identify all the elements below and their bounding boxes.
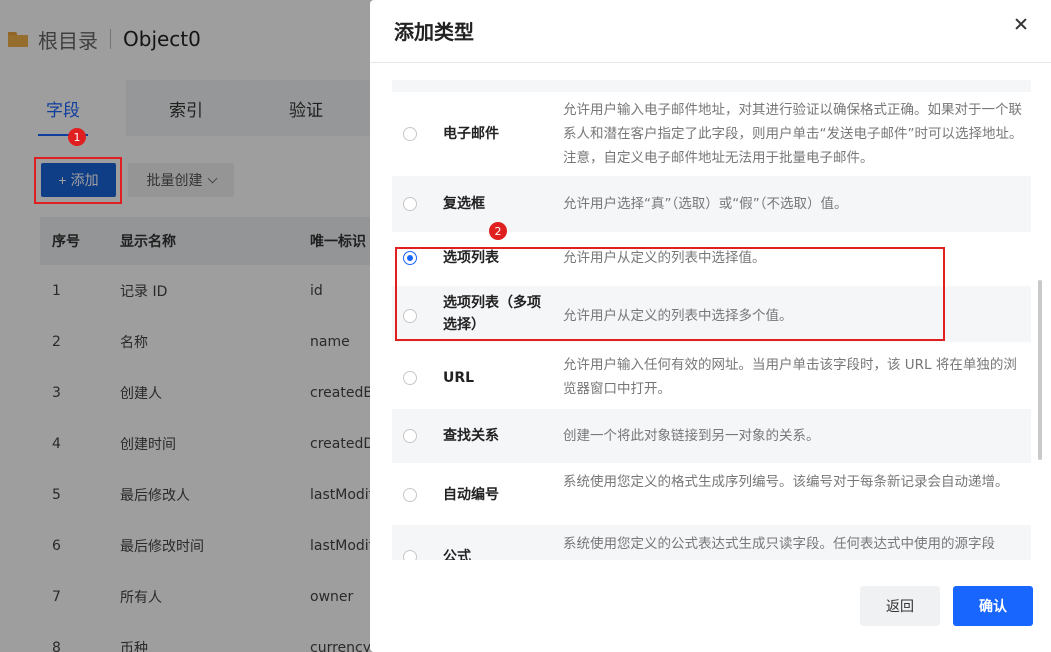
close-icon[interactable] — [1012, 16, 1030, 34]
radio-formula[interactable] — [403, 550, 417, 560]
type-description: 允许用户输入电子邮件地址，对其进行验证以确保格式正确。如果对于一个联系人和潜在客… — [563, 102, 1023, 166]
confirm-button[interactable]: 确认 — [953, 586, 1033, 626]
type-option-email[interactable]: 电子邮件 允许用户输入电子邮件地址，对其进行验证以确保格式正确。如果对于一个联系… — [392, 92, 1031, 176]
dialog-title: 添加类型 — [394, 20, 474, 44]
list-item-cut-off — [392, 80, 1031, 92]
add-type-dialog: 添加类型 电子邮件 允许用户输入电子邮件地址，对其进行验证以确保格式正确。如果对… — [370, 0, 1051, 652]
type-description: 创建一个将此对象链接到另一对象的关系。 — [563, 428, 820, 444]
radio-auto-number[interactable] — [403, 488, 417, 502]
type-option-lookup[interactable]: 查找关系 创建一个将此对象链接到另一对象的关系。 — [392, 409, 1031, 463]
type-name: 查找关系 — [443, 428, 499, 444]
type-name: 复选框 — [443, 196, 485, 212]
highlight-box-add — [34, 157, 122, 204]
radio-checkbox[interactable] — [403, 197, 417, 211]
radio-email[interactable] — [403, 127, 417, 141]
type-description: 系统使用您定义的公式表达式生成只读字段。任何表达式中使用的源字段 — [563, 536, 995, 552]
highlight-box-picklist — [395, 247, 945, 341]
type-description: 系统使用您定义的格式生成序列编号。该编号对于每条新记录会自动递增。 — [563, 474, 1009, 490]
type-option-formula[interactable]: 公式 系统使用您定义的公式表达式生成只读字段。任何表达式中使用的源字段 — [392, 525, 1031, 560]
step-marker-1: 1 — [68, 128, 86, 146]
type-option-auto-number[interactable]: 自动编号 系统使用您定义的格式生成序列编号。该编号对于每条新记录会自动递增。 — [392, 463, 1031, 525]
type-option-url[interactable]: URL 允许用户输入任何有效的网址。当用户单击该字段时，该 URL 将在单独的浏… — [392, 342, 1031, 409]
type-description: 允许用户选择“真”（选取）或“假”（不选取）值。 — [563, 196, 848, 212]
type-name: 电子邮件 — [443, 126, 499, 142]
type-description: 允许用户输入任何有效的网址。当用户单击该字段时，该 URL 将在单独的浏览器窗口… — [563, 357, 1017, 397]
list-scrollbar[interactable] — [1038, 280, 1042, 460]
back-button[interactable]: 返回 — [860, 586, 940, 626]
type-name: 公式 — [443, 549, 471, 560]
radio-url[interactable] — [403, 371, 417, 385]
radio-lookup[interactable] — [403, 429, 417, 443]
dialog-header-divider — [370, 62, 1051, 63]
type-name: URL — [443, 370, 475, 386]
step-marker-2: 2 — [489, 222, 507, 240]
type-name: 自动编号 — [443, 487, 499, 503]
type-option-checkbox[interactable]: 复选框 允许用户选择“真”（选取）或“假”（不选取）值。 — [392, 176, 1031, 232]
